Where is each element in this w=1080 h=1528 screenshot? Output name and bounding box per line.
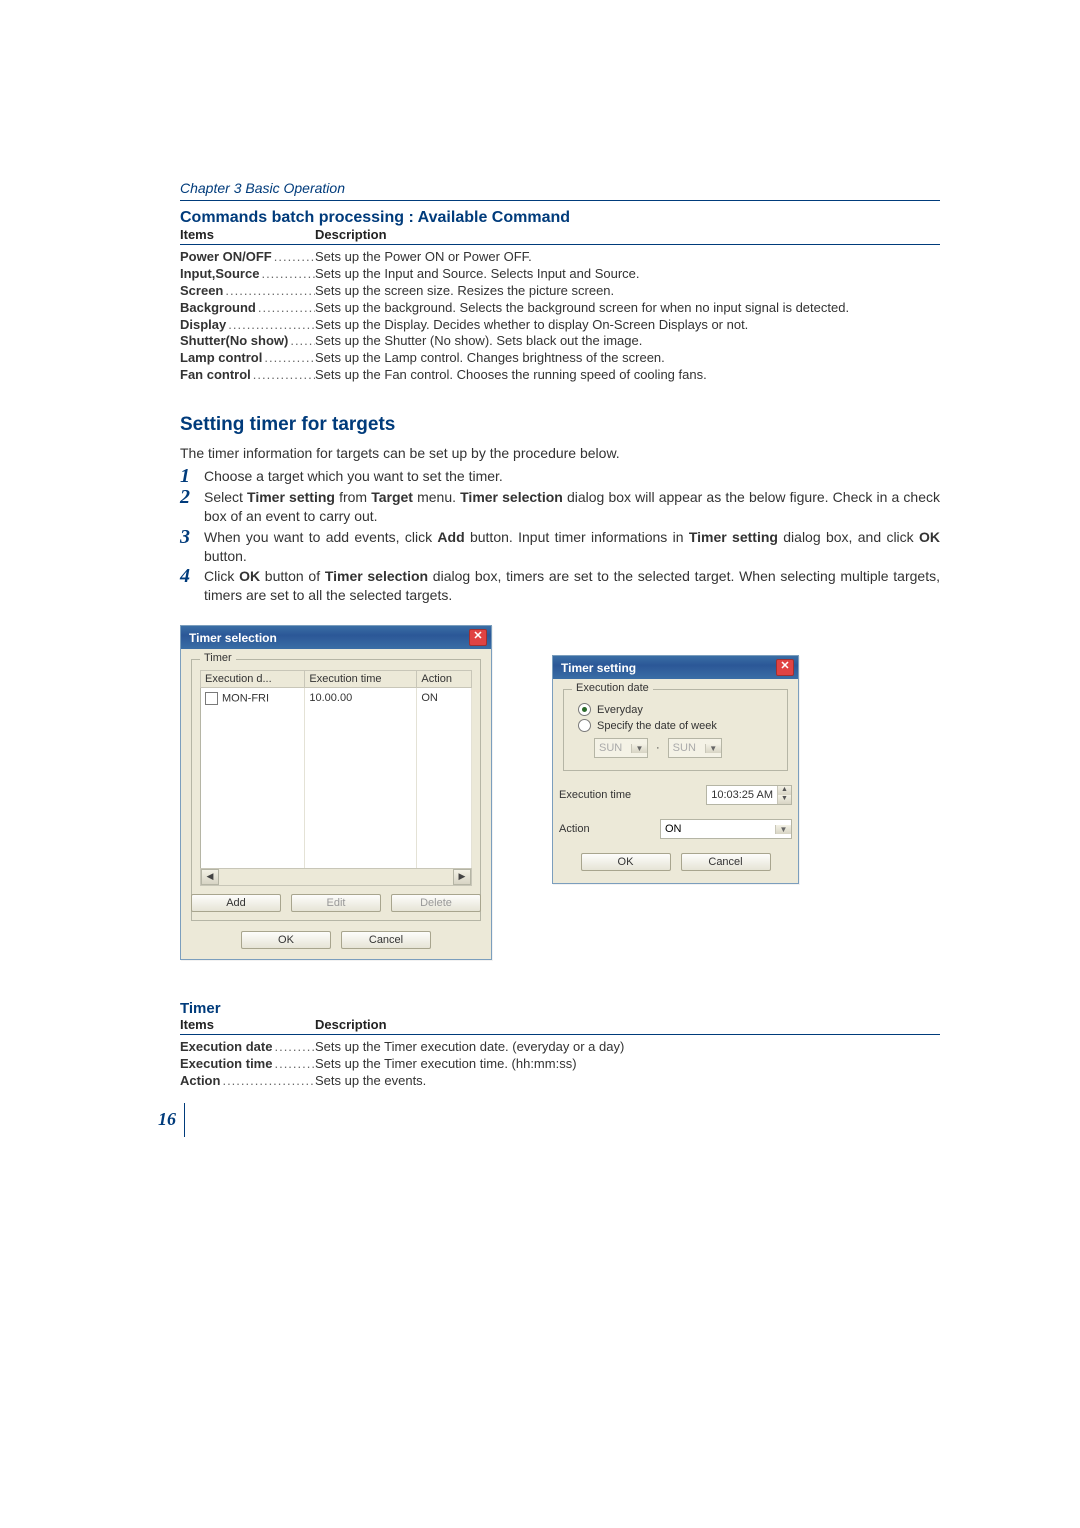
chevron-down-icon[interactable]: ▼ — [775, 825, 791, 834]
step-1: 1Choose a target which you want to set t… — [180, 467, 940, 486]
cmd-desc: Sets up the screen size. Resizes the pic… — [315, 283, 940, 300]
horizontal-scrollbar[interactable]: ◀ ▶ — [200, 868, 472, 886]
titlebar[interactable]: Timer selection ✕ — [181, 626, 491, 649]
step-2: 2Select Timer setting from Target menu. … — [180, 488, 940, 526]
cmd-desc: Sets up the Input and Source. Selects In… — [315, 266, 940, 283]
cmd-item: Lamp control — [180, 350, 315, 367]
cmd-desc: Sets up the Timer execution time. (hh:mm… — [315, 1056, 940, 1073]
step-3: 3When you want to add events, click Add … — [180, 528, 940, 566]
radio-specify-day[interactable]: Specify the date of week — [578, 719, 779, 732]
table-row[interactable]: MON-FRI 10.00.00 ON — [201, 688, 472, 709]
subsection-title: Setting timer for targets — [180, 414, 940, 436]
timer-items-list: Execution dateSets up the Timer executio… — [180, 1039, 940, 1090]
radio-everyday[interactable]: Everyday — [578, 703, 779, 716]
timer-selection-dialog: Timer selection ✕ Timer Execution d... E… — [180, 625, 492, 960]
commands-table-header: Items Description — [180, 227, 940, 245]
timer-section-title: Timer — [180, 1000, 940, 1017]
row-checkbox[interactable] — [205, 692, 218, 705]
cmd-desc: Sets up the Shutter (No show). Sets blac… — [315, 333, 940, 350]
timer-setting-dialog: Timer setting ✕ Execution date Everyday … — [552, 655, 799, 884]
radio-label: Everyday — [597, 704, 643, 716]
delete-button[interactable]: Delete — [391, 894, 481, 912]
cmd-desc: Sets up the events. — [315, 1073, 940, 1090]
cmd-desc: Sets up the Timer execution date. (every… — [315, 1039, 940, 1056]
cmd-desc: Sets up the Fan control. Chooses the run… — [315, 367, 940, 384]
cmd-item: Fan control — [180, 367, 315, 384]
header-description: Description — [315, 1017, 387, 1032]
add-button[interactable]: Add — [191, 894, 281, 912]
timer-listview[interactable]: Execution d... Execution time Action MON… — [200, 670, 472, 869]
steps-list: 1Choose a target which you want to set t… — [180, 467, 940, 605]
close-icon[interactable]: ✕ — [776, 659, 794, 676]
header-items: Items — [180, 227, 315, 242]
day-from-combo[interactable]: SUN▼ — [594, 738, 648, 758]
chevron-down-icon[interactable]: ▼ — [631, 744, 647, 753]
cmd-item: Action — [180, 1073, 315, 1090]
cmd-item: Shutter(No show) — [180, 333, 315, 350]
action-label: Action — [559, 823, 590, 835]
dialog-title: Timer selection — [189, 631, 277, 645]
col-execution-time[interactable]: Execution time — [305, 671, 417, 688]
radio-label: Specify the date of week — [597, 720, 717, 732]
cmd-desc: Sets up the background. Selects the back… — [315, 300, 940, 317]
chevron-down-icon[interactable]: ▼ — [705, 744, 721, 753]
close-icon[interactable]: ✕ — [469, 629, 487, 646]
chapter-header: Chapter 3 Basic Operation — [180, 180, 940, 201]
scroll-right-icon[interactable]: ▶ — [453, 869, 471, 885]
spin-up-icon[interactable]: ▲ — [778, 786, 791, 795]
timer-groupbox: Timer Execution d... Execution time Acti… — [191, 659, 481, 921]
cmd-item: Background — [180, 300, 315, 317]
groupbox-legend: Execution date — [572, 682, 653, 694]
day-to-combo[interactable]: SUN▼ — [668, 738, 722, 758]
spin-down-icon[interactable]: ▼ — [778, 795, 791, 804]
radio-icon[interactable] — [578, 703, 591, 716]
dialog-title: Timer setting — [561, 661, 636, 675]
edit-button[interactable]: Edit — [291, 894, 381, 912]
cmd-desc: Sets up the Display. Decides whether to … — [315, 317, 940, 334]
intro-text: The timer information for targets can be… — [180, 444, 940, 463]
radio-icon[interactable] — [578, 719, 591, 732]
range-separator: · — [656, 742, 660, 754]
cmd-item: Execution time — [180, 1056, 315, 1073]
execution-date-groupbox: Execution date Everyday Specify the date… — [563, 689, 788, 771]
cmd-item: Execution date — [180, 1039, 315, 1056]
cmd-item: Input,Source — [180, 266, 315, 283]
execution-time-spinner[interactable]: 10:03:25 AM ▲▼ — [706, 785, 792, 805]
col-execution-date[interactable]: Execution d... — [201, 671, 305, 688]
commands-section-title: Commands batch processing : Available Co… — [180, 209, 940, 227]
cmd-desc: Sets up the Lamp control. Changes bright… — [315, 350, 940, 367]
timer-table-header: Items Description — [180, 1017, 940, 1035]
cancel-button[interactable]: Cancel — [681, 853, 771, 871]
cmd-desc: Sets up the Power ON or Power OFF. — [315, 249, 940, 266]
ok-button[interactable]: OK — [581, 853, 671, 871]
page-number: 16 — [158, 1109, 176, 1130]
cmd-item: Power ON/OFF — [180, 249, 315, 266]
cmd-item: Display — [180, 317, 315, 334]
commands-list: Power ON/OFFSets up the Power ON or Powe… — [180, 249, 940, 384]
header-items: Items — [180, 1017, 315, 1032]
action-combo[interactable]: ON ▼ — [660, 819, 792, 839]
ok-button[interactable]: OK — [241, 931, 331, 949]
cmd-item: Screen — [180, 283, 315, 300]
cancel-button[interactable]: Cancel — [341, 931, 431, 949]
step-4: 4Click OK button of Timer selection dial… — [180, 567, 940, 605]
execution-time-label: Execution time — [559, 789, 631, 801]
scroll-left-icon[interactable]: ◀ — [201, 869, 219, 885]
header-description: Description — [315, 227, 387, 242]
col-action[interactable]: Action — [417, 671, 472, 688]
titlebar[interactable]: Timer setting ✕ — [553, 656, 798, 679]
groupbox-legend: Timer — [200, 652, 236, 664]
